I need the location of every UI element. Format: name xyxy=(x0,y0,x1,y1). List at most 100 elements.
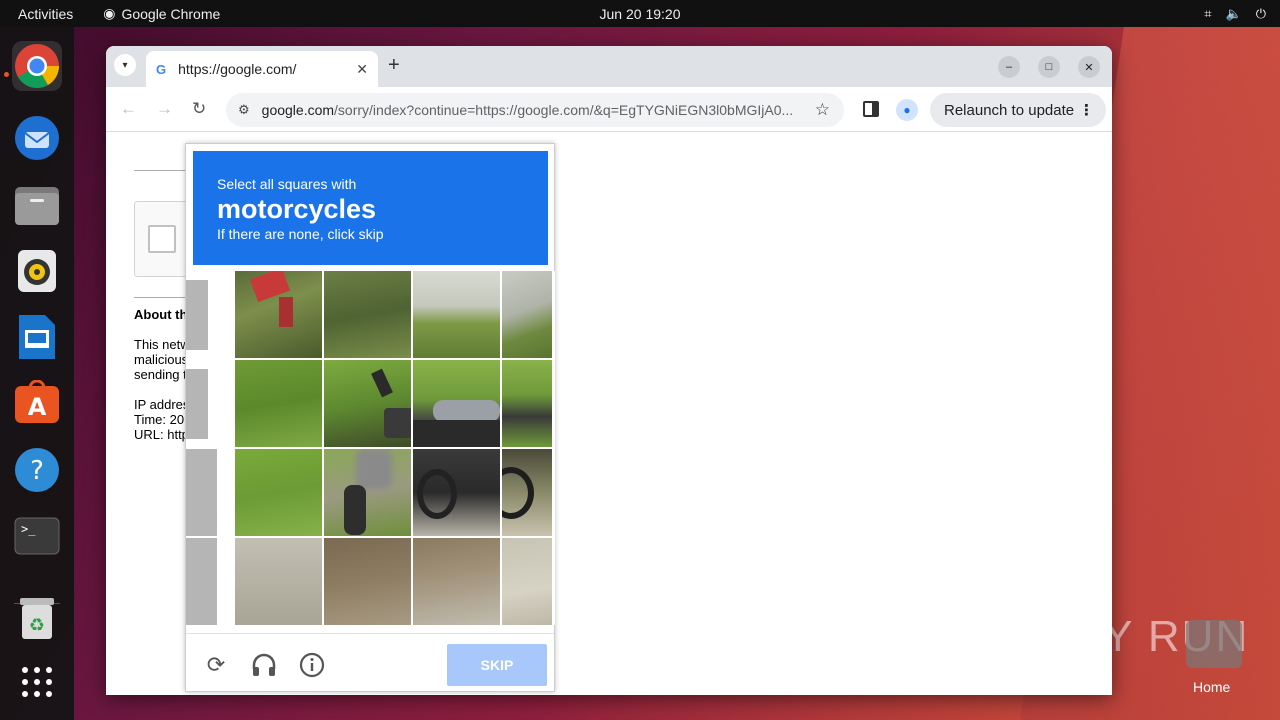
relaunch-button[interactable]: Relaunch to update ⋮ xyxy=(930,93,1106,127)
app-menu[interactable]: ◉ Google Chrome xyxy=(103,5,220,22)
captcha-footer: ⟳ SKIP xyxy=(186,633,554,691)
files-icon xyxy=(15,187,59,225)
volume-icon: 🔈 xyxy=(1225,5,1242,21)
image-tile[interactable] xyxy=(324,538,411,625)
info-line: Time: 20 xyxy=(134,412,185,427)
image-tile[interactable] xyxy=(502,271,552,358)
svg-text:>_: >_ xyxy=(21,522,36,536)
relaunch-label: Relaunch to update xyxy=(944,101,1075,119)
image-tile[interactable] xyxy=(502,538,552,625)
bookmark-star-icon[interactable]: ☆ xyxy=(815,100,830,120)
clock[interactable]: Jun 20 19:20 xyxy=(600,6,681,22)
tab-search-button[interactable]: ▾ xyxy=(114,54,136,76)
new-tab-button[interactable]: + xyxy=(388,54,400,77)
address-bar[interactable]: ⚙ google.com/sorry/index?continue=https:… xyxy=(226,93,844,127)
image-tile[interactable] xyxy=(324,271,411,358)
dock-help[interactable]: ? xyxy=(12,445,62,495)
dock-rhythmbox[interactable] xyxy=(12,246,62,296)
url-path: /sorry/index?continue=https://google.com… xyxy=(334,102,794,118)
image-tile[interactable] xyxy=(324,360,411,447)
headphones-icon xyxy=(252,653,276,676)
image-tile[interactable] xyxy=(413,271,500,358)
system-tray[interactable]: ⌗ 🔈 ⏻ xyxy=(1204,6,1266,22)
terminal-icon: >_ xyxy=(14,517,60,555)
tab-close-icon[interactable]: ✕ xyxy=(356,61,368,78)
image-grid xyxy=(235,271,555,625)
network-icon: ⌗ xyxy=(1204,5,1212,21)
app-name: Google Chrome xyxy=(121,5,221,22)
audio-challenge-icon[interactable] xyxy=(251,652,277,678)
loading-strip xyxy=(186,449,217,536)
captcha-challenge: Select all squares with motorcycles If t… xyxy=(185,143,555,692)
google-favicon: G xyxy=(156,61,167,77)
home-folder-icon[interactable] xyxy=(1186,620,1242,668)
image-tile[interactable] xyxy=(502,449,552,536)
skip-button[interactable]: SKIP xyxy=(447,644,547,686)
dock-files[interactable] xyxy=(12,181,62,231)
info-circle-icon xyxy=(299,652,325,678)
para-line: This netw xyxy=(134,337,186,352)
more-menu-icon[interactable]: ⋮ xyxy=(1079,101,1094,119)
image-tile[interactable] xyxy=(235,360,322,447)
image-tile[interactable] xyxy=(502,360,552,447)
image-tile[interactable] xyxy=(235,538,322,625)
info-icon[interactable] xyxy=(299,652,325,678)
para-line: malicious xyxy=(134,352,186,367)
forward-arrow-icon[interactable]: → xyxy=(156,99,173,119)
dock-terminal[interactable]: >_ xyxy=(12,511,62,561)
grid-icon xyxy=(22,667,52,697)
url-host: google.com xyxy=(261,102,335,118)
svg-text:♻: ♻ xyxy=(29,615,45,636)
image-tile[interactable] xyxy=(413,449,500,536)
chrome-small-icon: ◉ xyxy=(103,5,116,21)
close-window-button[interactable]: ✕ xyxy=(1078,56,1100,78)
top-bar: Activities ◉ Google Chrome Jun 20 19:20 … xyxy=(0,0,1280,27)
speaker-icon xyxy=(18,250,56,292)
tab-title: https://google.com/ xyxy=(178,61,297,77)
power-icon: ⏻ xyxy=(1255,5,1266,21)
image-tile[interactable] xyxy=(235,449,322,536)
show-apps-button[interactable] xyxy=(12,657,62,707)
svg-text:A: A xyxy=(28,393,47,421)
about-heading: About th xyxy=(134,307,186,322)
site-settings-icon[interactable]: ⚙ xyxy=(238,102,250,118)
instruction-line: Select all squares with xyxy=(217,176,357,192)
recaptcha-checkbox[interactable] xyxy=(148,225,176,253)
image-tile[interactable] xyxy=(413,538,500,625)
side-panel-icon[interactable] xyxy=(863,101,879,117)
back-arrow-icon[interactable]: ← xyxy=(120,99,137,119)
instruction-line: If there are none, click skip xyxy=(217,226,384,242)
app-center-icon: A xyxy=(15,380,59,423)
dock-trash[interactable]: ♻ xyxy=(12,593,62,643)
para-line: sending t xyxy=(134,367,186,382)
maximize-button[interactable]: □ xyxy=(1038,56,1060,78)
minimize-button[interactable]: – xyxy=(998,56,1020,78)
toolbar: ← → ↻ ⚙ google.com/sorry/index?continue=… xyxy=(106,87,1112,132)
info-line: IP addres xyxy=(134,397,186,412)
activities-button[interactable]: Activities xyxy=(18,6,73,22)
info-line: URL: http xyxy=(134,427,186,442)
reload-icon[interactable]: ↻ xyxy=(192,99,206,119)
chrome-icon xyxy=(15,44,59,88)
target-object: motorcycles xyxy=(217,194,377,224)
captcha-instructions: Select all squares with motorcycles If t… xyxy=(193,151,548,265)
tab-google[interactable]: G https://google.com/ ✕ xyxy=(146,51,378,87)
dock-writer[interactable] xyxy=(12,312,62,362)
writer-icon xyxy=(19,315,55,359)
profile-avatar-icon[interactable]: ● xyxy=(896,99,918,121)
home-folder-label[interactable]: Home xyxy=(1193,679,1230,695)
running-indicator xyxy=(4,72,9,77)
loading-strip xyxy=(186,369,208,439)
image-tile[interactable] xyxy=(324,449,411,536)
help-icon: ? xyxy=(15,448,59,492)
image-tile[interactable] xyxy=(413,360,500,447)
dock: A ? >_ ♻ xyxy=(0,27,74,720)
trash-icon: ♻ xyxy=(20,598,54,639)
dock-app-center[interactable]: A xyxy=(12,377,62,427)
dock-thunderbird[interactable] xyxy=(12,113,62,163)
reload-challenge-icon[interactable]: ⟳ xyxy=(203,652,229,678)
dock-chrome[interactable] xyxy=(12,41,62,91)
image-tile[interactable] xyxy=(235,271,322,358)
loading-strip xyxy=(186,538,217,625)
loading-strip xyxy=(186,280,208,350)
